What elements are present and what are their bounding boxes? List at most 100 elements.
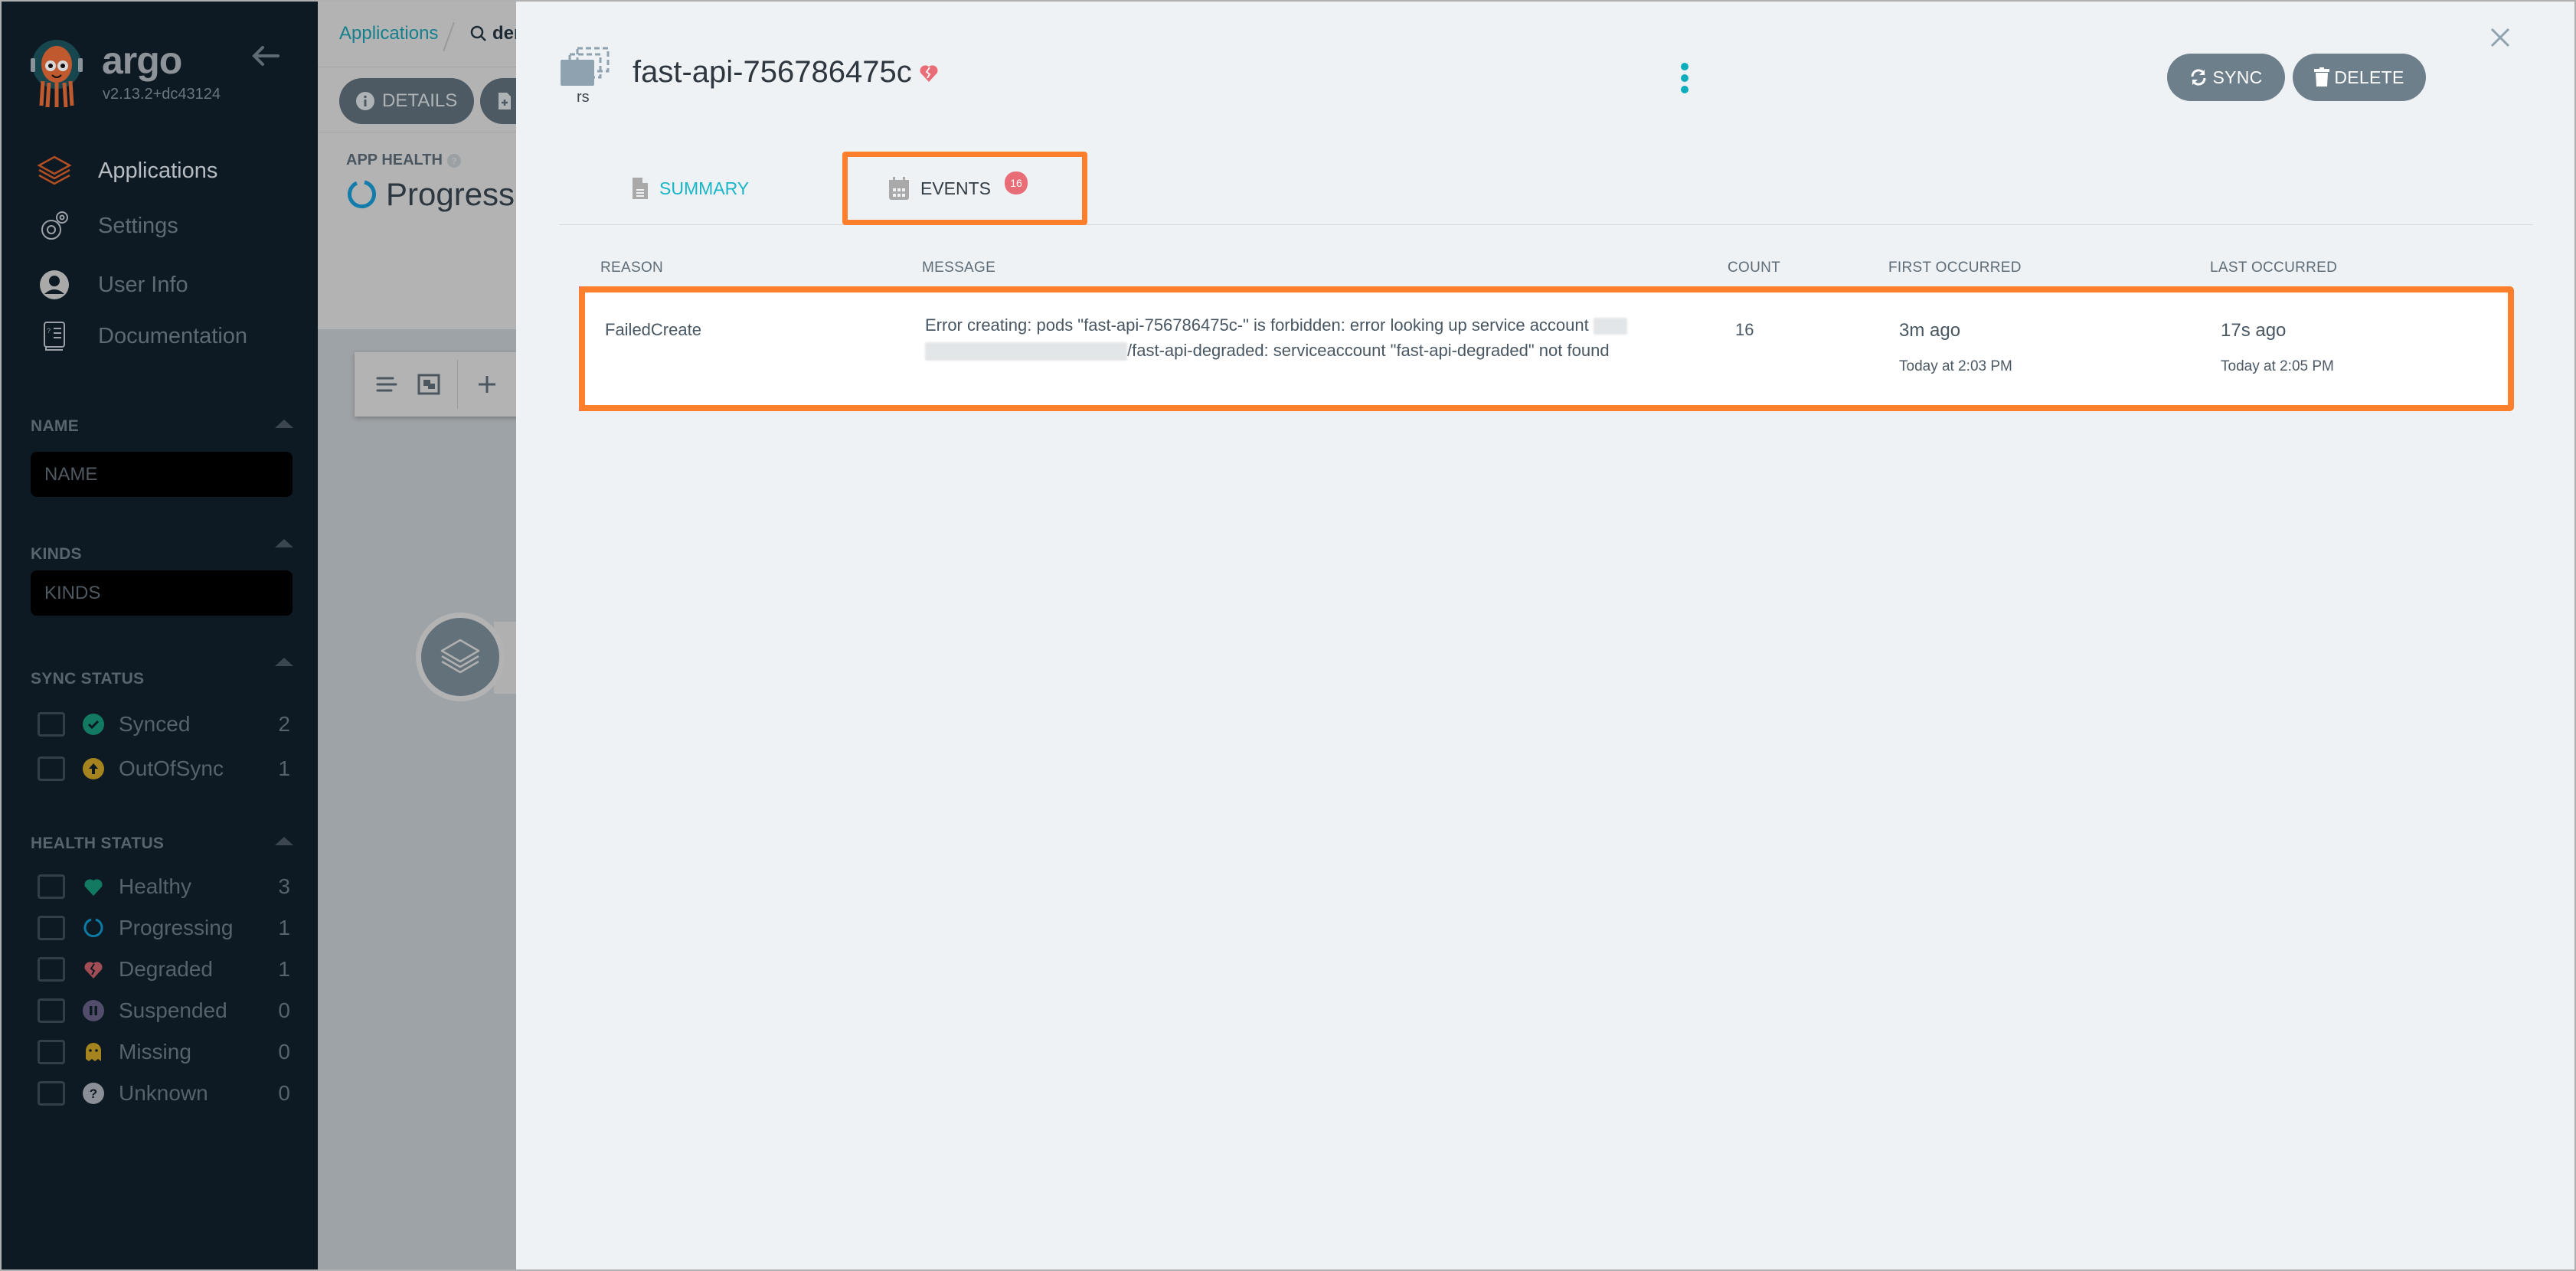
filter-progressing[interactable]: Progressing 1 <box>38 913 290 943</box>
close-icon[interactable] <box>2489 27 2511 48</box>
search-icon <box>470 25 486 41</box>
event-message: Error creating: pods "fast-api-756786475… <box>925 312 1660 363</box>
column-header-first-occurred: FIRST OCCURRED <box>1888 260 2022 276</box>
help-icon[interactable]: ? <box>446 153 461 168</box>
app-header-area: Applications der DETAILS APP HEALTH ? Pr… <box>318 2 517 329</box>
delete-button[interactable]: DELETE <box>2293 54 2426 101</box>
filter-label: Progressing <box>119 916 234 939</box>
calendar-icon <box>889 177 909 200</box>
list-view-icon[interactable] <box>365 364 407 406</box>
event-count: 16 <box>1735 320 1754 339</box>
collapse-caret-icon[interactable] <box>275 420 293 428</box>
fit-view-icon[interactable] <box>407 364 449 406</box>
filter-sync-status-title: SYNC STATUS <box>31 670 145 688</box>
filter-name-title: NAME <box>31 417 80 435</box>
event-first-absolute: Today at 2:03 PM <box>1899 358 2012 374</box>
filter-health-status-title: HEALTH STATUS <box>31 835 165 852</box>
filter-count: 3 <box>278 874 290 898</box>
checkbox[interactable] <box>38 998 65 1023</box>
event-first-relative: 3m ago <box>1899 320 1961 341</box>
layers-icon <box>37 153 72 188</box>
kinds-filter-input[interactable] <box>31 570 293 616</box>
info-icon <box>356 92 374 110</box>
event-row[interactable]: FailedCreate Error creating: pods "fast-… <box>579 286 2514 411</box>
svg-text:?: ? <box>47 327 51 335</box>
ghost-icon <box>82 1041 105 1064</box>
progress-circle-icon <box>348 180 376 209</box>
arrow-up-circle-icon <box>82 757 105 780</box>
filter-label: Degraded <box>119 957 213 981</box>
filter-label: Healthy <box>119 874 191 898</box>
column-header-reason: REASON <box>600 260 664 276</box>
nav-user-info[interactable]: User Info <box>37 266 188 304</box>
brand-name: argo <box>102 39 182 82</box>
tab-label: SUMMARY <box>659 178 750 198</box>
file-plus-icon <box>499 93 511 109</box>
breadcrumb-search[interactable]: der <box>469 23 517 44</box>
app-health-text: Progressing <box>386 176 517 212</box>
column-header-message: MESSAGE <box>922 260 996 276</box>
filter-synced[interactable]: Synced 2 <box>38 709 290 740</box>
breadcrumb-search-text: der <box>492 23 517 44</box>
filter-degraded[interactable]: Degraded 1 <box>38 954 290 985</box>
filter-suspended[interactable]: Suspended 0 <box>38 995 290 1026</box>
event-message-part1: Error creating: pods "fast-api-756786475… <box>925 315 1589 335</box>
filter-count: 1 <box>278 916 290 939</box>
nav-applications[interactable]: Applications <box>37 152 217 190</box>
filter-count: 2 <box>278 712 290 736</box>
filter-count: 0 <box>278 1040 290 1064</box>
collapse-caret-icon[interactable] <box>275 539 293 547</box>
tab-summary[interactable]: SUMMARY <box>632 152 749 225</box>
resource-name: fast-api-756786475c <box>633 55 912 89</box>
more-actions-icon[interactable] <box>1675 63 1694 93</box>
checkbox[interactable] <box>38 916 65 940</box>
gears-icon <box>37 208 72 243</box>
nav-settings[interactable]: Settings <box>37 207 178 245</box>
checkbox[interactable] <box>38 957 65 982</box>
checkbox[interactable] <box>38 756 65 781</box>
zoom-in-icon[interactable] <box>466 364 508 406</box>
tab-events[interactable]: EVENTS 16 <box>888 152 1028 225</box>
checkbox[interactable] <box>38 874 65 899</box>
argo-logo <box>29 38 87 109</box>
column-header-count: COUNT <box>1728 260 1781 276</box>
details-button[interactable]: DETAILS <box>339 78 475 124</box>
redacted-text <box>1593 318 1627 335</box>
application-node[interactable] <box>416 613 505 701</box>
app-health-label-text: APP HEALTH <box>346 152 443 168</box>
name-filter-input[interactable] <box>31 452 293 497</box>
events-count-badge: 16 <box>1005 172 1028 194</box>
svg-text:?: ? <box>90 1086 97 1101</box>
filter-healthy[interactable]: Healthy 3 <box>38 871 290 902</box>
sidebar: argo v2.13.2+dc43124 Applications Settin… <box>2 2 318 1269</box>
graph-toolbar <box>355 352 517 417</box>
diff-button[interactable] <box>480 78 517 124</box>
nav-label: Applications <box>98 158 218 183</box>
breadcrumb-applications[interactable]: Applications <box>339 23 438 44</box>
redacted-text <box>925 342 1127 361</box>
app-health-label: APP HEALTH ? <box>346 152 461 169</box>
filter-count: 0 <box>278 998 290 1022</box>
collapse-caret-icon[interactable] <box>275 837 293 845</box>
filter-outofsync[interactable]: OutOfSync 1 <box>38 753 290 784</box>
checkbox[interactable] <box>38 1040 65 1064</box>
event-message-part2: /fast-api-degraded: serviceaccount "fast… <box>1127 341 1610 360</box>
user-circle-icon <box>37 267 72 302</box>
heart-icon <box>82 875 105 898</box>
toolbar-separator <box>457 360 458 409</box>
nav-documentation[interactable]: ? Documentation <box>37 317 247 355</box>
nav-label: Documentation <box>98 323 248 348</box>
nav-label: User Info <box>98 272 188 297</box>
filter-missing[interactable]: Missing 0 <box>38 1037 290 1067</box>
event-last-relative: 17s ago <box>2221 320 2287 341</box>
filter-unknown[interactable]: ? Unknown 0 <box>38 1078 290 1109</box>
filter-count: 1 <box>278 957 290 981</box>
app-health-value: Progressing <box>346 176 517 213</box>
resource-kind: rs <box>577 89 590 106</box>
checkbox[interactable] <box>38 712 65 737</box>
sync-button[interactable]: SYNC <box>2167 54 2285 101</box>
checkbox[interactable] <box>38 1081 65 1106</box>
collapse-caret-icon[interactable] <box>275 658 293 666</box>
event-last-absolute: Today at 2:05 PM <box>2221 358 2334 374</box>
collapse-sidebar-button[interactable] <box>250 44 281 67</box>
